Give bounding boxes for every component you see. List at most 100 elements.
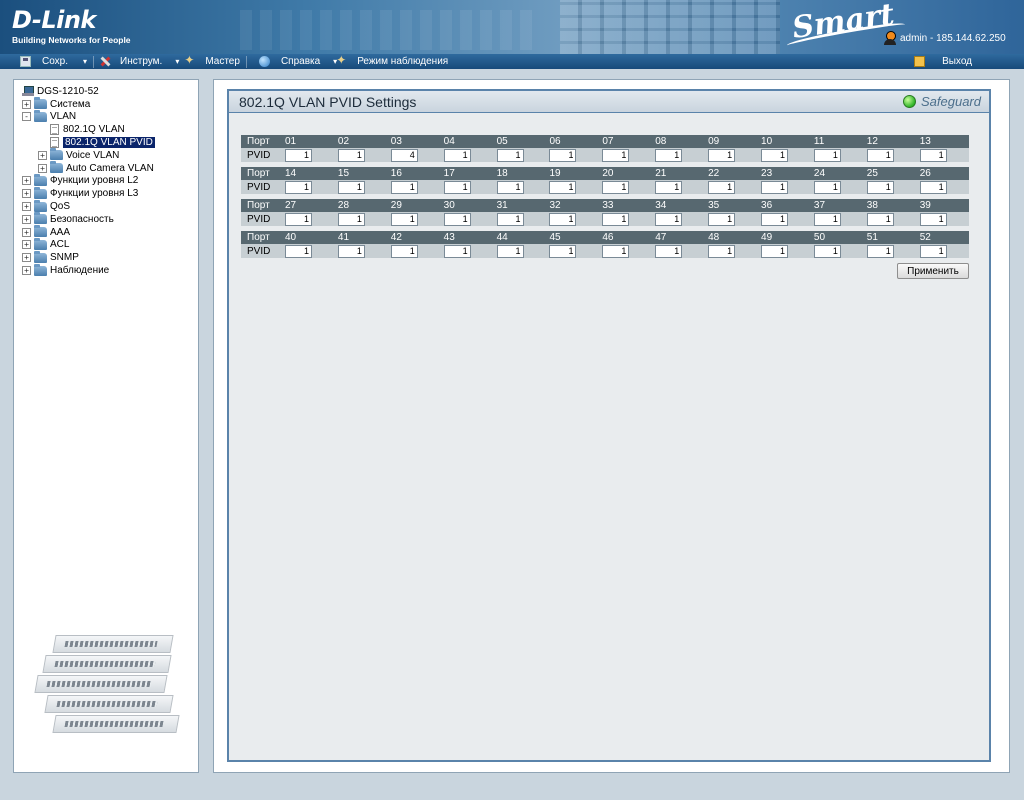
pvid-input-port-33[interactable] bbox=[602, 212, 630, 226]
expand-icon[interactable]: + bbox=[38, 150, 47, 160]
pvid-input-port-52[interactable] bbox=[919, 244, 947, 258]
switch-stack-image bbox=[32, 635, 182, 735]
pvid-input-port-51[interactable] bbox=[866, 244, 894, 258]
pvid-input-port-09[interactable] bbox=[708, 148, 736, 162]
pvid-input-port-13[interactable] bbox=[919, 148, 947, 162]
collapse-icon[interactable]: - bbox=[22, 112, 31, 122]
pvid-input-port-18[interactable] bbox=[496, 180, 524, 194]
toolbar: Сохр. ▾ Инструм. ▾ Мастер Справка ▾ Режи… bbox=[0, 53, 1024, 69]
expand-icon[interactable]: + bbox=[22, 189, 31, 199]
pvid-input-port-23[interactable] bbox=[761, 180, 789, 194]
pvid-input-port-14[interactable] bbox=[285, 180, 312, 194]
pvid-cell bbox=[651, 180, 704, 194]
pvid-input-port-44[interactable] bbox=[496, 244, 524, 258]
logout-button[interactable]: Выход bbox=[914, 54, 972, 69]
expand-icon[interactable]: + bbox=[22, 202, 31, 212]
pvid-input-port-06[interactable] bbox=[549, 148, 577, 162]
port-number: 32 bbox=[549, 200, 561, 211]
port-number: 41 bbox=[337, 232, 350, 243]
pvid-input-port-25[interactable] bbox=[866, 180, 894, 194]
tree-item[interactable]: + AAA bbox=[22, 225, 155, 239]
pvid-input-port-26[interactable] bbox=[919, 180, 947, 194]
pvid-input-port-43[interactable] bbox=[443, 244, 471, 258]
expand-icon[interactable]: + bbox=[22, 176, 31, 186]
pvid-cell bbox=[334, 212, 387, 226]
pvid-input-port-47[interactable] bbox=[655, 244, 683, 258]
pvid-input-port-01[interactable] bbox=[285, 148, 312, 162]
apply-button[interactable]: Применить bbox=[897, 263, 969, 279]
pvid-input-port-36[interactable] bbox=[761, 212, 789, 226]
pvid-input-port-11[interactable] bbox=[813, 148, 841, 162]
pvid-input-port-16[interactable] bbox=[390, 180, 418, 194]
expand-icon[interactable]: + bbox=[22, 253, 31, 263]
pvid-input-port-07[interactable] bbox=[602, 148, 630, 162]
tools-menu[interactable]: Инструм. ▾ bbox=[100, 54, 179, 69]
tree-item[interactable]: + QoS bbox=[22, 199, 155, 213]
port-number: 35 bbox=[708, 200, 720, 211]
pvid-input-port-24[interactable] bbox=[813, 180, 841, 194]
expand-icon[interactable]: + bbox=[22, 227, 31, 237]
pvid-input-port-30[interactable] bbox=[443, 212, 471, 226]
monitor-mode-button[interactable]: Режим наблюдения bbox=[336, 53, 448, 69]
pvid-input-port-40[interactable] bbox=[285, 244, 312, 258]
port-number: 09 bbox=[708, 136, 720, 147]
pvid-input-port-31[interactable] bbox=[496, 212, 524, 226]
pvid-input-port-03[interactable] bbox=[390, 148, 418, 162]
pvid-input-port-22[interactable] bbox=[708, 180, 736, 194]
tree-item[interactable]: + Функции уровня L3 bbox=[22, 186, 155, 200]
pvid-input-port-10[interactable] bbox=[761, 148, 789, 162]
pvid-input-port-38[interactable] bbox=[866, 212, 894, 226]
pvid-input-port-12[interactable] bbox=[866, 148, 894, 162]
expand-icon[interactable]: + bbox=[22, 266, 31, 276]
tree-item[interactable]: 802.1Q VLAN bbox=[38, 123, 155, 136]
pvid-input-port-19[interactable] bbox=[549, 180, 577, 194]
pvid-input-port-35[interactable] bbox=[708, 212, 736, 226]
expand-icon[interactable]: + bbox=[38, 163, 47, 173]
help-menu[interactable]: Справка ▾ bbox=[258, 54, 337, 69]
pvid-input-port-28[interactable] bbox=[337, 212, 365, 226]
tree-item[interactable]: + Voice VLAN bbox=[38, 148, 155, 162]
wizard-button[interactable]: Мастер bbox=[184, 53, 240, 69]
pvid-input-port-50[interactable] bbox=[813, 244, 841, 258]
tree-item[interactable]: + Безопасность bbox=[22, 212, 155, 226]
pvid-input-port-42[interactable] bbox=[390, 244, 418, 258]
pvid-input-port-29[interactable] bbox=[390, 212, 418, 226]
pvid-input-port-05[interactable] bbox=[496, 148, 524, 162]
pvid-input-port-15[interactable] bbox=[337, 180, 365, 194]
safeguard-led-icon bbox=[903, 95, 916, 108]
pvid-input-port-46[interactable] bbox=[602, 244, 630, 258]
pvid-input-port-37[interactable] bbox=[813, 212, 841, 226]
pvid-input-port-39[interactable] bbox=[919, 212, 947, 226]
expand-icon[interactable]: + bbox=[22, 240, 31, 250]
pvid-input-port-02[interactable] bbox=[337, 148, 365, 162]
save-menu[interactable]: Сохр. ▾ bbox=[20, 54, 87, 69]
pvid-input-port-17[interactable] bbox=[443, 180, 471, 194]
save-menu-label: Сохр. bbox=[42, 56, 69, 67]
tree-item[interactable]: + Функции уровня L2 bbox=[22, 173, 155, 188]
pvid-cell bbox=[598, 244, 651, 258]
tree-item[interactable]: + Auto Camera VLAN bbox=[38, 161, 155, 175]
tree-item[interactable]: + Система bbox=[22, 97, 155, 111]
pvid-input-port-41[interactable] bbox=[337, 244, 365, 258]
pvid-input-port-04[interactable] bbox=[443, 148, 471, 162]
port-number: 03 bbox=[390, 136, 402, 147]
tree-item[interactable]: 802.1Q VLAN PVID bbox=[38, 136, 155, 149]
expand-icon[interactable]: + bbox=[22, 99, 31, 109]
tree-item[interactable]: + ACL bbox=[22, 237, 155, 252]
tree-item[interactable]: - VLAN bbox=[22, 109, 155, 124]
tree-root[interactable]: DGS-1210-52 bbox=[22, 85, 155, 98]
pvid-input-port-45[interactable] bbox=[549, 244, 577, 258]
pvid-input-port-34[interactable] bbox=[655, 212, 683, 226]
pvid-input-port-20[interactable] bbox=[602, 180, 630, 194]
pvid-input-port-48[interactable] bbox=[708, 244, 736, 258]
tree-item[interactable]: + Наблюдение bbox=[22, 263, 155, 277]
port-number: 24 bbox=[813, 168, 826, 179]
pvid-input-port-21[interactable] bbox=[655, 180, 683, 194]
port-number: 22 bbox=[708, 168, 720, 179]
pvid-input-port-49[interactable] bbox=[761, 244, 789, 258]
pvid-input-port-08[interactable] bbox=[655, 148, 683, 162]
pvid-input-port-27[interactable] bbox=[285, 212, 312, 226]
pvid-input-port-32[interactable] bbox=[549, 212, 577, 226]
tree-item[interactable]: + SNMP bbox=[22, 250, 155, 264]
expand-icon[interactable]: + bbox=[22, 214, 31, 224]
